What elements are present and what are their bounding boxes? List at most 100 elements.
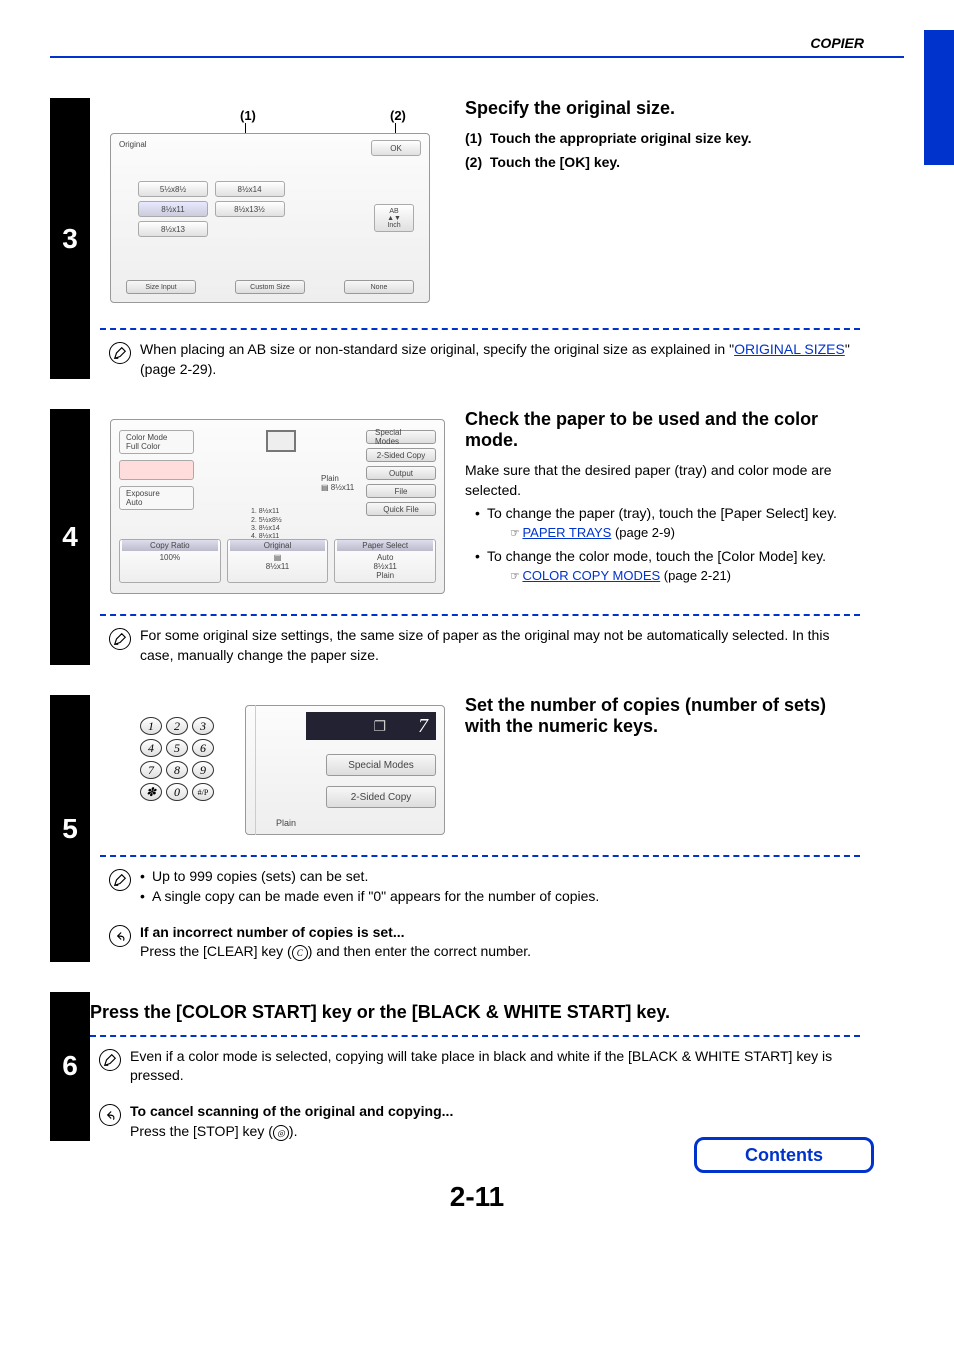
step-5: 5 1 2 3 4 5 6 7 8 9 — [50, 695, 860, 961]
key-7[interactable]: 7 — [140, 761, 162, 779]
step6-stop-t2: ). — [289, 1123, 298, 1139]
color-mode-label: Color Mode — [126, 433, 167, 442]
panel-title: Original — [119, 140, 147, 149]
ab-label: AB — [389, 208, 398, 215]
step6-note: Even if a color mode is selected, copyin… — [130, 1047, 860, 1086]
output-btn[interactable]: Output — [366, 466, 436, 480]
pointer-icon: ☞ — [511, 526, 519, 541]
quick-file-btn[interactable]: Quick File — [366, 502, 436, 516]
size-input-tab[interactable]: Size Input — [126, 280, 196, 294]
key-4[interactable]: 4 — [140, 739, 162, 757]
size-btn[interactable]: 8½x13 — [138, 221, 208, 237]
step4-p1: Make sure that the desired paper (tray) … — [465, 461, 860, 500]
step-number: 4 — [50, 409, 90, 665]
file-btn[interactable]: File — [366, 484, 436, 498]
step5-diagram: 1 2 3 4 5 6 7 8 9 ✽ 0 #/P — [110, 705, 445, 835]
ab-inch-toggle[interactable]: AB ▲▼ Inch — [374, 204, 414, 232]
step5-stop-t2: ) and then enter the correct number. — [308, 943, 531, 959]
step4-heading: Check the paper to be used and the color… — [465, 409, 860, 451]
step6-stop-t: Press the [STOP] key ( — [130, 1123, 273, 1139]
step4-diagram: Color ModeFull Color ExposureAuto Plain▤… — [110, 419, 445, 594]
key-1[interactable]: 1 — [140, 717, 162, 735]
tray-item: 1. 8½x11 — [251, 508, 282, 516]
step6-stop-heading: To cancel scanning of the original and c… — [130, 1103, 453, 1119]
2sided-copy-btn[interactable]: 2-Sided Copy — [326, 786, 436, 808]
step5-note-li1: Up to 999 copies (sets) can be set. — [140, 867, 860, 887]
key-6[interactable]: 6 — [192, 739, 214, 757]
key-8[interactable]: 8 — [166, 761, 188, 779]
key-hash[interactable]: #/P — [192, 783, 214, 801]
step6-heading: Press the [COLOR START] key or the [BLAC… — [90, 1002, 860, 1023]
preview-icon — [266, 430, 296, 452]
paper-trays-link[interactable]: PAPER TRAYS — [522, 525, 611, 540]
side-tab — [924, 30, 954, 165]
ok-button[interactable]: OK — [371, 140, 421, 156]
paper-type-label: Plain — [276, 818, 296, 828]
contents-button[interactable]: Contents — [694, 1137, 874, 1173]
step4-li1: To change the paper (tray), touch the [P… — [487, 505, 837, 521]
original-sizes-link[interactable]: ORIGINAL SIZES — [734, 341, 845, 357]
step5-heading: Set the number of copies (number of sets… — [465, 695, 860, 737]
step-6: 6 Press the [COLOR START] key or the [BL… — [50, 992, 860, 1141]
key-2[interactable]: 2 — [166, 717, 188, 735]
callout-2: (2) — [390, 108, 406, 123]
special-modes-btn[interactable]: Special Modes — [366, 430, 436, 444]
step3-note: When placing an AB size or non-standard … — [140, 341, 734, 357]
inch-label: Inch — [387, 222, 400, 229]
size-btn[interactable]: 8½x14 — [215, 181, 285, 197]
step5-stop-heading: If an incorrect number of copies is set.… — [140, 924, 405, 940]
step5-note-li2: A single copy can be made even if "0" ap… — [140, 887, 860, 907]
exposure-label: Exposure — [126, 489, 160, 498]
size-btn[interactable]: 8½x13½ — [215, 201, 285, 217]
exposure-value: Auto — [126, 498, 142, 507]
step3-sub1-num: (1) — [465, 130, 482, 146]
key-0[interactable]: 0 — [166, 783, 188, 801]
back-arrow-icon — [109, 925, 131, 947]
step5-stop-t: Press the [CLEAR] key ( — [140, 943, 292, 959]
plain-size: 8½x11 — [331, 483, 354, 492]
step-4: 4 Color ModeFull Color ExposureAuto Plai… — [50, 409, 860, 665]
step3-diagram: (1) (2) Original OK 5½x8½ 8½x14 8½x11 — [110, 108, 430, 308]
key-9[interactable]: 9 — [192, 761, 214, 779]
original-box[interactable]: Original▤ 8½x11 — [227, 539, 329, 583]
pencil-note-icon — [109, 342, 131, 364]
step3-heading: Specify the original size. — [465, 98, 860, 119]
pencil-note-icon — [109, 628, 131, 650]
key-star[interactable]: ✽ — [140, 783, 162, 801]
special-modes-btn[interactable]: Special Modes — [326, 754, 436, 776]
callout-1: (1) — [240, 108, 256, 123]
custom-size-tab[interactable]: Custom Size — [235, 280, 305, 294]
step-number: 5 — [50, 695, 90, 961]
plain-label: Plain — [321, 474, 339, 483]
numeric-keypad: 1 2 3 4 5 6 7 8 9 ✽ 0 #/P — [140, 717, 214, 801]
key-3[interactable]: 3 — [192, 717, 214, 735]
step3-sub2: Touch the [OK] key. — [490, 154, 620, 170]
step-number: 6 — [50, 992, 90, 1141]
key-5[interactable]: 5 — [166, 739, 188, 757]
step4-note: For some original size settings, the sam… — [140, 626, 860, 665]
pencil-note-icon — [99, 1049, 121, 1071]
page-number: 2-11 — [0, 1181, 954, 1213]
clear-key-icon: C — [292, 945, 308, 961]
section-header: COPIER — [50, 30, 904, 56]
step3-sub2-num: (2) — [465, 154, 482, 170]
step-3: 3 (1) (2) Original OK 5½x8½ — [50, 98, 860, 379]
size-btn-selected[interactable]: 8½x11 — [138, 201, 208, 217]
tray-item: 2. 5½x8½ — [251, 517, 282, 525]
back-arrow-icon — [99, 1104, 121, 1126]
copies-display: 7 — [306, 712, 436, 740]
color-copy-modes-link[interactable]: COLOR COPY MODES — [522, 568, 660, 583]
xref2-tail: (page 2-21) — [660, 568, 731, 583]
color-mode-value: Full Color — [126, 442, 160, 451]
2sided-copy-btn[interactable]: 2-Sided Copy — [366, 448, 436, 462]
none-tab[interactable]: None — [344, 280, 414, 294]
step3-sub1: Touch the appropriate original size key. — [490, 130, 752, 146]
stop-key-icon: ◎ — [273, 1125, 289, 1141]
size-btn[interactable]: 5½x8½ — [138, 181, 208, 197]
xref1-tail: (page 2-9) — [611, 525, 675, 540]
copy-ratio-box[interactable]: Copy Ratio100% — [119, 539, 221, 583]
step4-li2: To change the color mode, touch the [Col… — [487, 548, 826, 564]
paper-select-box[interactable]: Paper SelectAuto8½x11Plain — [334, 539, 436, 583]
step-number: 3 — [50, 98, 90, 379]
pointer-icon: ☞ — [511, 569, 519, 584]
